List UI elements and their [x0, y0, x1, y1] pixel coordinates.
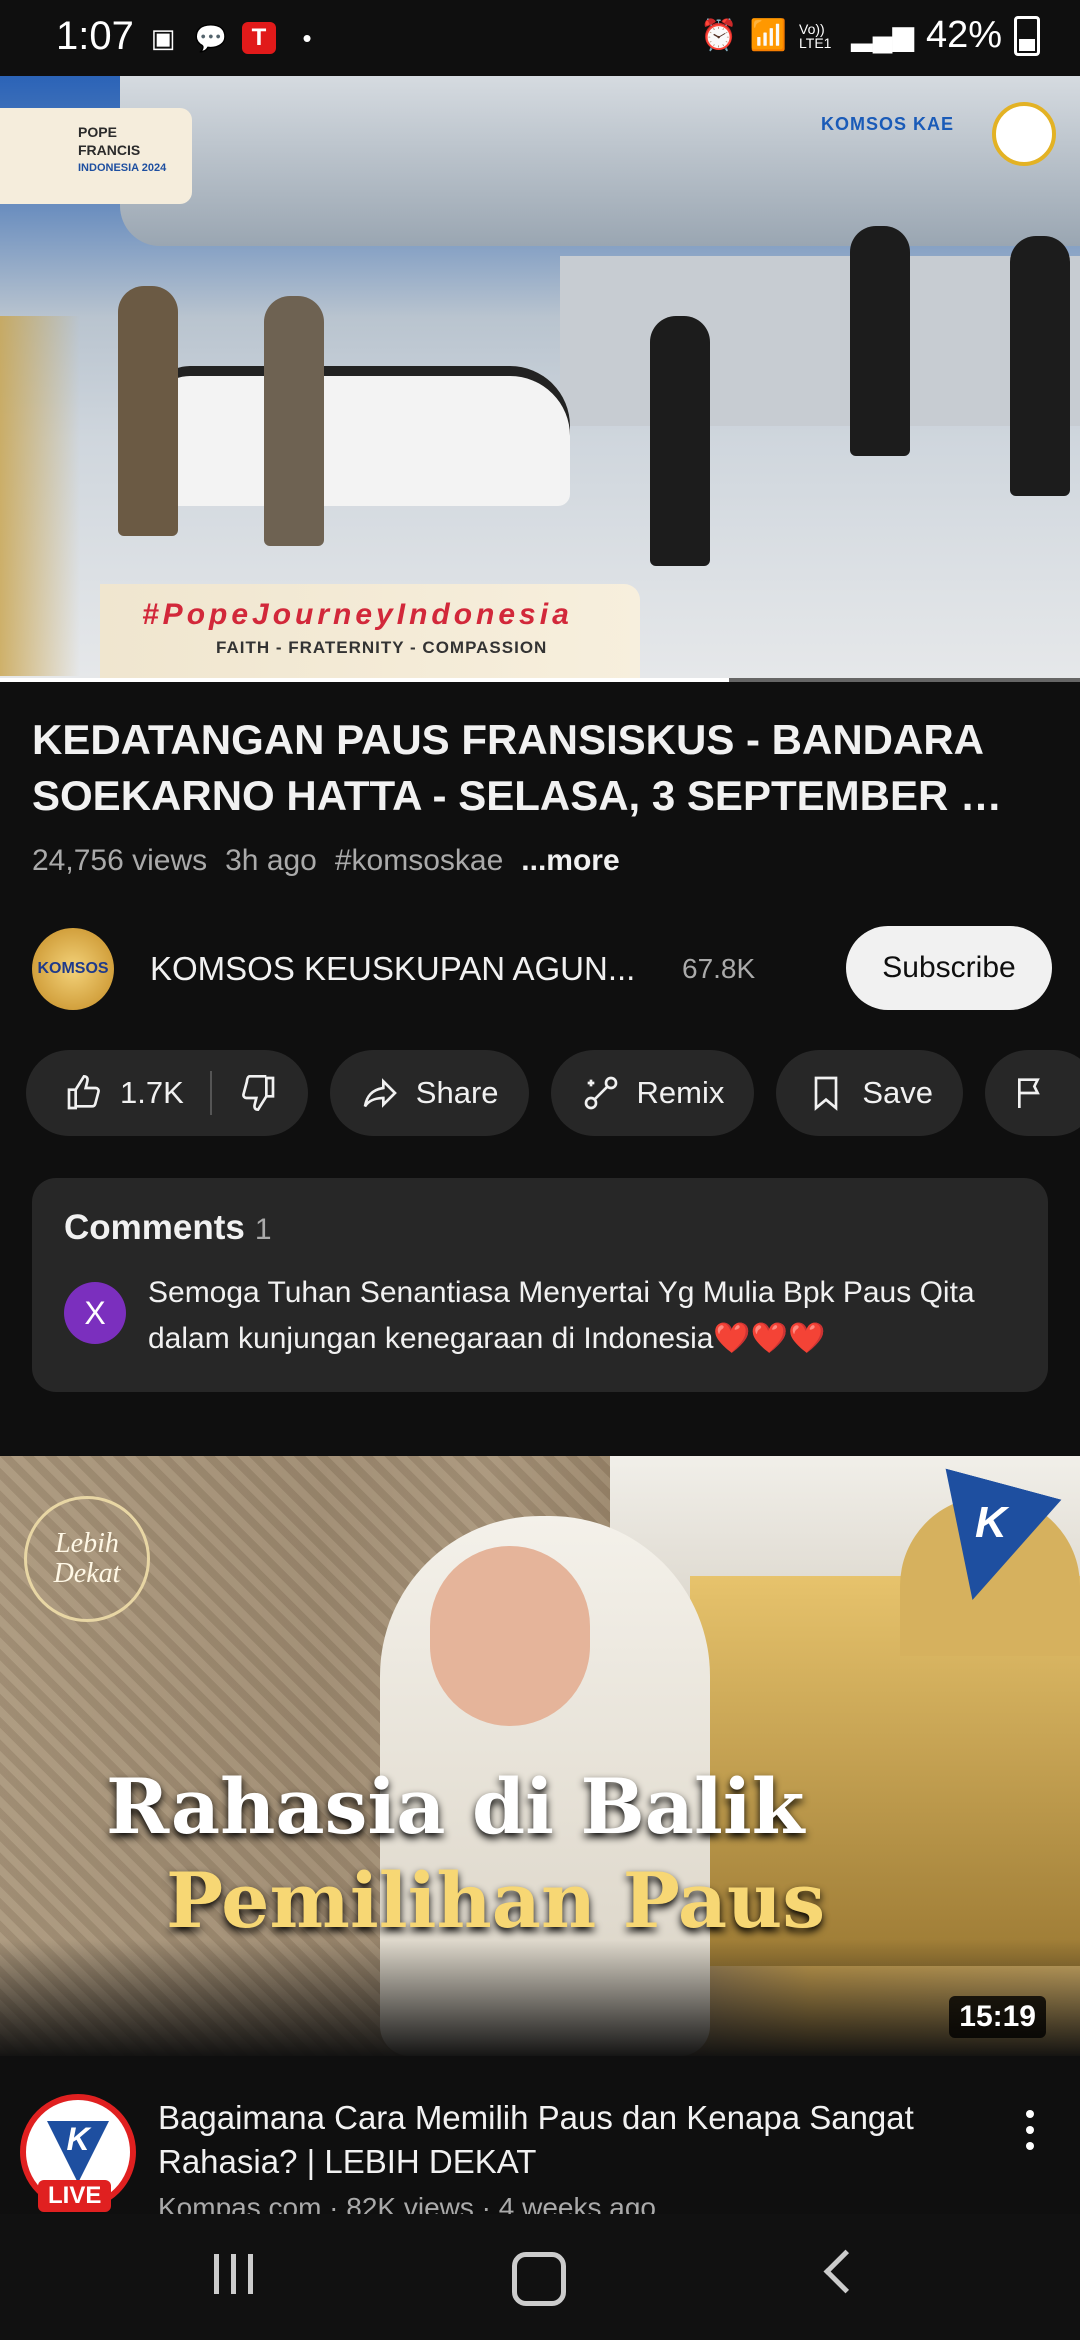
kompas-logo-letter: K [974, 1498, 1007, 1548]
subscribe-button[interactable]: Subscribe [846, 926, 1052, 1010]
person-shape [650, 316, 710, 566]
progress-fill [0, 678, 729, 682]
more-link[interactable]: ...more [521, 844, 619, 878]
duration-badge: 15:19 [949, 1996, 1046, 2038]
network-label: Vo)) LTE1 [799, 20, 832, 51]
banner-tagline: FAITH - FRATERNITY - COMPASSION [216, 638, 548, 657]
remix-button[interactable]: Remix [550, 1050, 755, 1136]
signal-icon: ▂▄▆ [851, 20, 914, 51]
next-video-row[interactable]: K LIVE Bagaimana Cara Memilih Paus dan K… [0, 2080, 1080, 2223]
person-shape [118, 286, 178, 536]
dot-icon: • [302, 22, 312, 53]
thumbnail-fade [0, 1940, 1080, 2060]
channel-name[interactable]: KOMSOS KEUSKUPAN AGUN... [150, 950, 660, 988]
remix-icon [581, 1073, 621, 1113]
lebih-dekat-badge: Lebih Dekat [24, 1496, 150, 1622]
view-count: 24,756 views [32, 844, 208, 877]
system-nav-bar [0, 2214, 1080, 2340]
comments-title: Comments [64, 1208, 245, 1247]
comments-panel[interactable]: Comments 1 X Semoga Tuhan Senantiasa Meny… [32, 1178, 1048, 1392]
like-dislike-chip: 1.7K [26, 1050, 308, 1136]
remix-label: Remix [636, 1075, 725, 1110]
top-comment-text: Semoga Tuhan Senantiasa Menyertai Yg Mul… [148, 1276, 975, 1355]
thumbnail-headline-2: Pemilihan Paus [166, 1856, 826, 1945]
badge-line-2: FRANCIS [78, 142, 141, 158]
badge-sub: INDONESIA 2024 [78, 162, 167, 174]
chat-icon: 💬 [194, 22, 228, 53]
notification-icons: ▣ 💬 T • [146, 22, 324, 54]
commenter-avatar: X [64, 1282, 126, 1344]
video-meta[interactable]: 24,756 views 3h ago #komsoskae ...more [32, 844, 620, 878]
thumbnail-headline-1: Rahasia di Balik [106, 1762, 805, 1851]
hashtag-link[interactable]: #komsoskae [335, 844, 503, 878]
thumbs-up-icon[interactable] [64, 1073, 104, 1113]
back-button[interactable] [823, 2249, 868, 2294]
komsos-watermark: KOMSOS KAE [820, 114, 954, 134]
person-shape [850, 226, 910, 456]
wifi-icon: 📶 [749, 19, 788, 52]
status-right: ⏰ 📶 Vo)) LTE1 ▂▄▆ 42% [700, 14, 1040, 57]
banner-hashtag: #PopeJourneyIndonesia [142, 598, 573, 631]
hangar-shape [560, 256, 1080, 426]
video-title[interactable]: KEDATANGAN PAUS FRANSISKUS - BANDARA SOE… [32, 712, 1042, 824]
save-label: Save [862, 1075, 934, 1110]
video-player[interactable]: POPE FRANCIS INDONESIA 2024 KOMSOS KAE #… [0, 76, 1080, 680]
live-badge: LIVE [38, 2180, 112, 2212]
action-bar: 1.7K Share Remix Save [26, 1050, 1080, 1136]
person-shape [264, 296, 324, 546]
app-t-icon: T [242, 22, 276, 54]
share-button[interactable]: Share [329, 1050, 529, 1136]
chip-divider [209, 1071, 212, 1115]
gold-ornament [0, 316, 80, 676]
progress-bar[interactable] [0, 678, 1080, 682]
komsos-logo [992, 102, 1056, 166]
badge-line-1: POPE [78, 124, 117, 140]
airplane-shape [120, 76, 1080, 246]
channel-avatar[interactable]: KOMSOS [32, 928, 114, 1010]
thumbs-down-icon[interactable] [238, 1073, 278, 1113]
status-bar: 1:07 ▣ 💬 T • ⏰ 📶 Vo)) LTE1 ▂▄▆ 42% [0, 0, 1080, 76]
recent-apps-button[interactable] [214, 2254, 253, 2294]
bookmark-icon [806, 1073, 846, 1113]
person-shape [1010, 236, 1070, 496]
battery-percent: 42% [925, 14, 1002, 56]
channel-row[interactable]: KOMSOS KOMSOS KEUSKUPAN AGUN... 67.8K Su… [32, 926, 1052, 1012]
report-button[interactable] [985, 1050, 1080, 1136]
comments-header: Comments 1 [64, 1208, 272, 1248]
subscriber-count: 67.8K [682, 953, 756, 984]
next-video-title[interactable]: Bagaimana Cara Memilih Paus dan Kenapa S… [158, 2096, 948, 2184]
status-time: 1:07 [56, 14, 134, 58]
pope-francis-badge: POPE FRANCIS INDONESIA 2024 [0, 108, 192, 204]
save-button[interactable]: Save [776, 1050, 964, 1136]
home-button[interactable] [512, 2252, 566, 2306]
share-icon [360, 1073, 400, 1113]
comments-count: 1 [254, 1213, 272, 1246]
share-label: Share [415, 1075, 499, 1110]
kompas-avatar-logo: K [47, 2121, 109, 2183]
pope-face [430, 1546, 590, 1726]
gallery-icon: ▣ [150, 22, 176, 53]
like-count[interactable]: 1.7K [120, 1075, 184, 1111]
more-options-icon[interactable] [1026, 2110, 1036, 2150]
alarm-icon: ⏰ [700, 19, 738, 52]
upload-age: 3h ago [225, 844, 317, 877]
car-shape [150, 366, 570, 506]
flag-icon [1011, 1073, 1051, 1113]
battery-icon [1014, 15, 1040, 56]
